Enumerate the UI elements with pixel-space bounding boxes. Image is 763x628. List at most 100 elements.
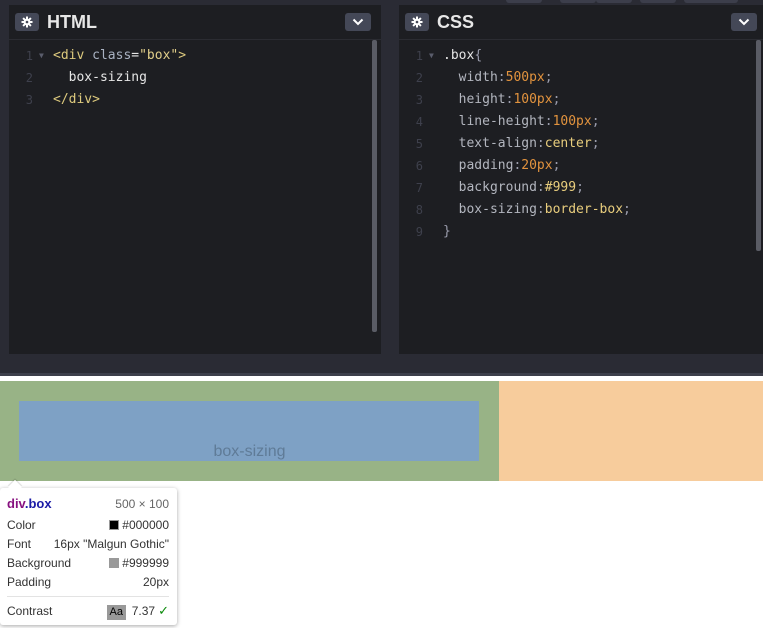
contrast-value: 7.37 xyxy=(131,604,156,618)
css-panel-header: CSS xyxy=(399,5,763,40)
toolbar-tab[interactable] xyxy=(640,0,676,3)
element-size: 500 × 100 xyxy=(115,497,169,511)
code-line[interactable]: 1 ▼ .box{ xyxy=(399,45,751,67)
code-token: 500px xyxy=(505,70,545,85)
code-token: <div xyxy=(53,48,93,63)
code-token: ; xyxy=(552,92,561,107)
contrast-value-wrap: Aa 7.37 ✓ xyxy=(106,603,169,620)
code-line[interactable]: 3 </div> xyxy=(9,89,369,111)
code-token: line-height xyxy=(443,114,545,129)
element-tag: div xyxy=(7,496,25,511)
code-text: box-sizing:border-box; xyxy=(443,199,631,221)
code-token: > xyxy=(178,48,187,63)
gear-icon xyxy=(21,16,33,28)
line-number: 3 xyxy=(415,93,423,107)
line-number: 4 xyxy=(415,115,423,129)
box-text: box-sizing xyxy=(213,443,286,460)
code-token: 100px xyxy=(513,92,553,107)
toolbar-tab[interactable] xyxy=(560,0,596,3)
code-editor-area: HTML 1 ▼ <div class="box"> 2 box-sizing 3 </d… xyxy=(0,0,763,373)
color-swatch xyxy=(109,520,120,530)
code-text: .box{ xyxy=(443,45,482,67)
html-settings-button[interactable] xyxy=(15,13,39,31)
code-token: : xyxy=(536,180,545,195)
code-token: center xyxy=(544,136,592,151)
chevron-down-icon xyxy=(352,18,364,26)
code-line[interactable]: 3 height:100px; xyxy=(399,89,751,111)
code-line[interactable]: 2 box-sizing xyxy=(9,67,369,89)
code-token: : xyxy=(536,136,545,151)
margin-highlight xyxy=(499,381,763,481)
code-line[interactable]: 9} xyxy=(399,221,751,243)
code-token: .box xyxy=(443,48,475,63)
line-number: 3 xyxy=(25,93,33,107)
toolbar-tab[interactable] xyxy=(596,0,632,3)
html-collapse-button[interactable] xyxy=(345,13,371,31)
background-label: Background xyxy=(7,556,72,570)
html-panel-title: HTML xyxy=(47,12,97,32)
padding-label: Padding xyxy=(7,575,52,589)
code-line[interactable]: 5 text-align:center; xyxy=(399,133,751,155)
line-number: 7 xyxy=(415,181,423,195)
code-token: #999 xyxy=(544,180,577,195)
fold-arrow-icon[interactable]: ▼ xyxy=(429,45,434,67)
html-panel-header: HTML xyxy=(9,5,381,40)
code-token: : xyxy=(536,202,545,217)
check-icon: ✓ xyxy=(158,603,169,618)
line-number: 5 xyxy=(415,137,423,151)
code-text: padding:20px; xyxy=(443,155,561,177)
code-token: ; xyxy=(552,158,561,173)
code-text: width:500px; xyxy=(443,67,553,89)
css-panel-title: CSS xyxy=(437,12,475,32)
code-token: } xyxy=(443,224,451,239)
css-collapse-button[interactable] xyxy=(731,13,757,31)
line-number: 1 xyxy=(415,49,423,63)
html-scrollbar[interactable] xyxy=(372,40,377,332)
code-token: </div> xyxy=(53,92,100,107)
code-line[interactable]: 6 padding:20px; xyxy=(399,155,751,177)
code-text: <div class="box"> xyxy=(53,45,186,67)
code-line[interactable]: 1 ▼ <div class="box"> xyxy=(9,45,369,67)
fold-arrow-icon[interactable]: ▼ xyxy=(39,45,44,67)
line-number: 8 xyxy=(415,203,423,217)
tooltip-contrast-row: Contrast Aa 7.37 ✓ xyxy=(7,603,169,620)
code-text: height:100px; xyxy=(443,89,561,111)
code-line[interactable]: 7 background:#999; xyxy=(399,177,751,199)
toolbar-tab[interactable] xyxy=(506,0,542,3)
tooltip-background-row: Background #999999 xyxy=(7,555,169,571)
code-token: = xyxy=(131,48,140,63)
code-token: 20px xyxy=(521,158,553,173)
code-token: ; xyxy=(544,70,553,85)
padding-value: 20px xyxy=(142,575,169,589)
html-code-body[interactable]: 1 ▼ <div class="box"> 2 box-sizing 3 </div> xyxy=(9,45,369,111)
code-text: box-sizing xyxy=(53,67,147,89)
css-scrollbar[interactable] xyxy=(756,40,761,251)
code-token: ; xyxy=(576,180,584,195)
line-number: 2 xyxy=(25,71,33,85)
inspector-tooltip: div.box 500 × 100 Color #000000 Font 16p… xyxy=(0,479,177,625)
tooltip-color-row: Color #000000 xyxy=(7,517,169,533)
toolbar-tab[interactable] xyxy=(684,0,738,3)
code-line[interactable]: 2 width:500px; xyxy=(399,67,751,89)
css-settings-button[interactable] xyxy=(405,13,429,31)
css-code-body[interactable]: 1 ▼ .box{2 width:500px; 3 height:100px; 4 li… xyxy=(399,45,751,243)
code-text: } xyxy=(443,221,451,243)
code-token: : xyxy=(544,114,553,129)
chevron-down-icon xyxy=(738,18,750,26)
tooltip-header: div.box 500 × 100 xyxy=(7,496,169,512)
code-token: ; xyxy=(591,114,600,129)
code-line[interactable]: 8 box-sizing:border-box; xyxy=(399,199,751,221)
gear-icon xyxy=(411,16,423,28)
css-editor-panel: CSS 1 ▼ .box{2 width:500px; 3 height:100px;… xyxy=(399,5,763,354)
code-text: background:#999; xyxy=(443,177,584,199)
color-label: Color xyxy=(7,518,36,532)
element-class: .box xyxy=(24,496,52,511)
line-number: 1 xyxy=(25,49,33,63)
code-line[interactable]: 4 line-height:100px; xyxy=(399,111,751,133)
line-number: 9 xyxy=(415,225,423,239)
code-token: ; xyxy=(591,136,600,151)
code-token: box-sizing xyxy=(443,202,537,217)
code-text: </div> xyxy=(53,89,100,111)
code-token: background xyxy=(443,180,537,195)
code-text: line-height:100px; xyxy=(443,111,600,133)
